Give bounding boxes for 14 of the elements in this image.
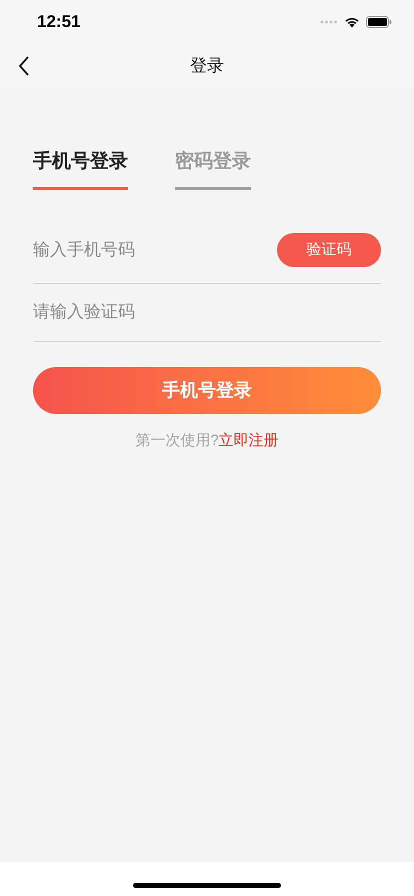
phone-input-field[interactable]: 输入手机号码	[33, 237, 253, 263]
wifi-icon	[344, 16, 360, 28]
code-input-field[interactable]: 请输入验证码	[33, 299, 381, 325]
register-link[interactable]: 立即注册	[218, 432, 279, 448]
battery-icon	[366, 16, 392, 28]
login-button[interactable]: 手机号登录	[33, 366, 381, 414]
login-tab[interactable]: 手机号登录	[33, 148, 128, 190]
register-prompt: 第一次使用?立即注册	[134, 430, 280, 450]
page-title: 登录	[190, 55, 224, 78]
login-tab[interactable]: 密码登录	[175, 148, 251, 190]
get-code-button[interactable]: 验证码	[277, 233, 381, 267]
status-time: 12:51	[37, 11, 80, 34]
back-icon	[18, 56, 30, 76]
signal-icon	[320, 20, 338, 24]
